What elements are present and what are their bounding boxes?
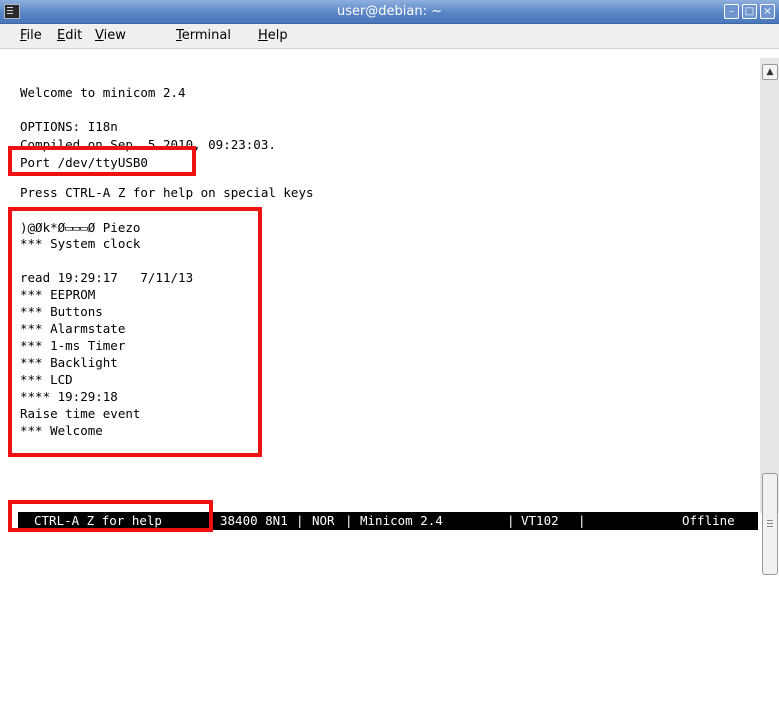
menu-edit[interactable]: Edit xyxy=(57,28,82,43)
vertical-scrollbar[interactable]: ▲ xyxy=(760,58,779,575)
scrollbar-thumb[interactable] xyxy=(762,473,778,575)
minimize-icon[interactable]: – xyxy=(724,4,739,19)
window-titlebar[interactable]: user@debian: ~ – □ × xyxy=(0,0,779,24)
status-divider: | xyxy=(578,513,586,528)
menu-help[interactable]: Help xyxy=(258,28,288,43)
status-divider: | xyxy=(345,513,353,528)
status-program: Minicom 2.4 xyxy=(360,513,443,528)
status-emulation: VT102 xyxy=(521,513,559,528)
window-title: user@debian: ~ xyxy=(336,4,443,19)
scroll-up-icon[interactable]: ▲ xyxy=(762,64,778,80)
menu-terminal[interactable]: Terminal xyxy=(176,28,231,43)
menu-file[interactable]: File xyxy=(20,28,42,43)
status-divider: | xyxy=(507,513,515,528)
highlight-box-port xyxy=(8,146,196,176)
terminal-line: Press CTRL-A Z for help on special keys xyxy=(20,185,314,200)
terminal-line: Welcome to minicom 2.4 xyxy=(20,85,186,100)
highlight-box-output xyxy=(8,207,262,457)
status-divider: | xyxy=(296,513,304,528)
close-icon[interactable]: × xyxy=(760,4,775,19)
status-connection: Offline xyxy=(682,513,735,528)
terminal-line: OPTIONS: I18n xyxy=(20,119,118,134)
maximize-icon[interactable]: □ xyxy=(742,4,757,19)
status-port-settings: 38400 8N1 xyxy=(220,513,288,528)
menu-view[interactable]: View xyxy=(95,28,126,43)
highlight-box-statusbar xyxy=(8,500,213,532)
menubar: File Edit View Terminal Help xyxy=(0,24,779,49)
status-mode: NOR xyxy=(312,513,335,528)
